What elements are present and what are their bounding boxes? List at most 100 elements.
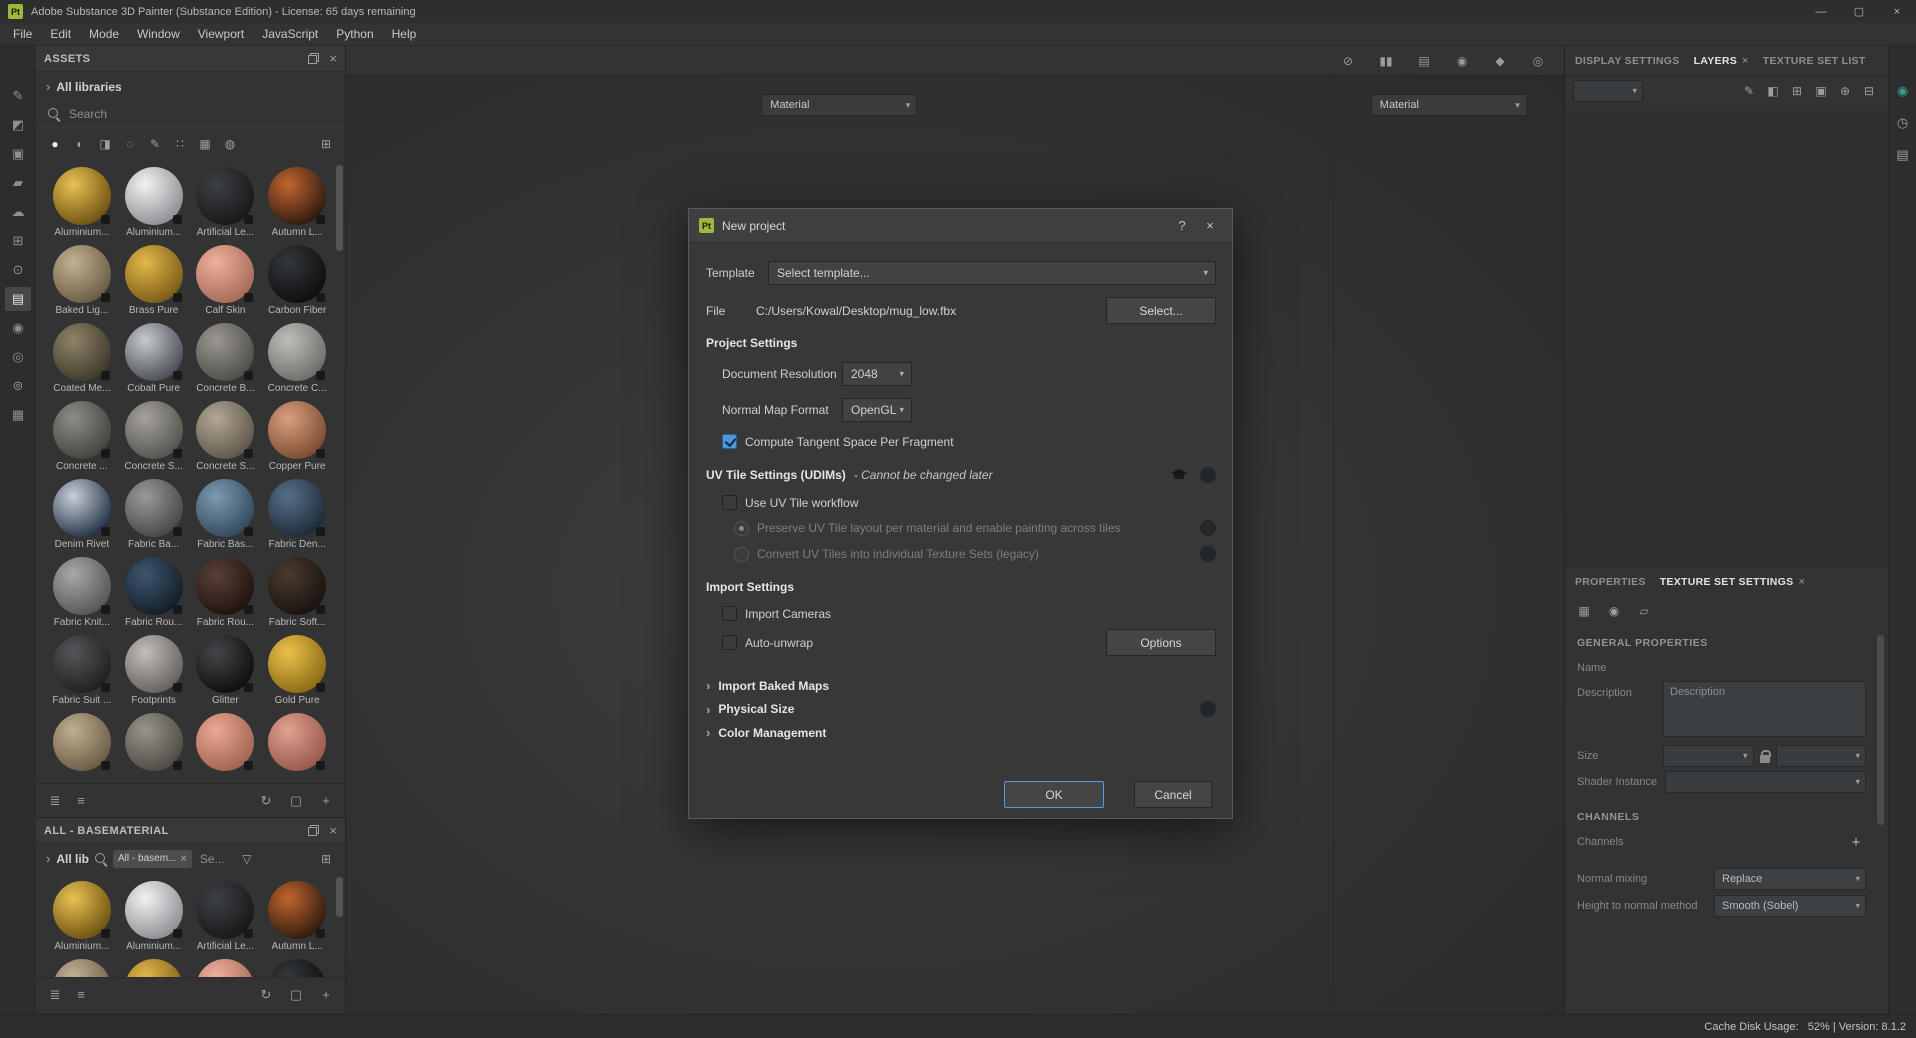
- size-width-dropdown[interactable]: [1663, 745, 1754, 767]
- cancel-button[interactable]: Cancel: [1134, 781, 1212, 808]
- texture-resource-icon[interactable]: ▦: [5, 403, 31, 427]
- material-tile[interactable]: Coated Me...: [47, 323, 117, 401]
- chevron-right-icon[interactable]: ›: [46, 851, 50, 866]
- viewport-3d-mode-dropdown[interactable]: Material: [761, 94, 918, 116]
- environment-sphere-icon[interactable]: ◉: [1450, 50, 1474, 72]
- refresh-icon[interactable]: ↻: [255, 984, 277, 1006]
- list-view-icon[interactable]: ≡: [70, 984, 92, 1006]
- filter-materials-icon[interactable]: ●: [44, 133, 66, 155]
- material-tile[interactable]: Aluminium...: [47, 881, 117, 959]
- eraser-tool-icon[interactable]: ◩: [5, 113, 31, 137]
- filter-textures-icon[interactable]: ▦: [194, 133, 216, 155]
- close-tab-icon[interactable]: ×: [1742, 55, 1749, 67]
- channels-view-icon[interactable]: ▦: [1573, 600, 1595, 622]
- material-tile[interactable]: [262, 713, 332, 783]
- tab-properties[interactable]: PROPERTIES: [1575, 576, 1646, 588]
- material-tile[interactable]: Fabric Ba...: [119, 479, 189, 557]
- material-tile[interactable]: Concrete C...: [262, 323, 332, 401]
- material-tile[interactable]: Fabric Rou...: [190, 557, 260, 635]
- add-fill-layer-icon[interactable]: ◧: [1762, 80, 1784, 102]
- polygon-fill-tool-icon[interactable]: ▰: [5, 171, 31, 195]
- document-resolution-dropdown[interactable]: 2048: [842, 362, 912, 386]
- close-tab-icon[interactable]: ×: [1798, 576, 1805, 588]
- menu-item[interactable]: Mode: [80, 23, 128, 46]
- lock-ratio-icon[interactable]: [1759, 749, 1771, 763]
- add-group-icon[interactable]: ▣: [1810, 80, 1832, 102]
- normal-map-format-dropdown[interactable]: OpenGL: [842, 398, 912, 422]
- learn-more-icon[interactable]: [1170, 469, 1188, 481]
- list-view-icon[interactable]: ≡: [70, 790, 92, 812]
- material-tile[interactable]: Copper Pure: [262, 401, 332, 479]
- basematerial-scrollbar[interactable]: [336, 877, 343, 917]
- material-tile[interactable]: Cobalt Pure: [119, 323, 189, 401]
- material-tile[interactable]: Footprints: [119, 635, 189, 713]
- display-settings-mode-icon[interactable]: ◎: [5, 345, 31, 369]
- paint-mode-icon[interactable]: ▤: [5, 287, 31, 311]
- filter-smart-masks-icon[interactable]: ◨: [94, 133, 116, 155]
- material-tile[interactable]: Denim Rivet: [47, 479, 117, 557]
- undock-panel-icon[interactable]: [308, 825, 320, 836]
- info-icon[interactable]: [1200, 467, 1216, 483]
- material-tile[interactable]: Fabric Den...: [262, 479, 332, 557]
- material-tile[interactable]: Brass Pure: [119, 245, 189, 323]
- normal-mixing-dropdown[interactable]: Replace: [1714, 867, 1866, 890]
- menu-item[interactable]: Window: [128, 23, 189, 46]
- close-panel-icon[interactable]: ×: [329, 52, 337, 65]
- material-tile[interactable]: Artificial Le...: [190, 167, 260, 245]
- material-tile[interactable]: Aluminium...: [119, 167, 189, 245]
- add-layer-icon[interactable]: ⊕: [1834, 80, 1856, 102]
- expand-view-icon[interactable]: ▢: [285, 790, 307, 812]
- material-tile[interactable]: Fabric Soft...: [262, 557, 332, 635]
- material-tile[interactable]: Calf Skin: [190, 245, 260, 323]
- menu-item[interactable]: File: [4, 23, 41, 46]
- basematerial-search-input[interactable]: [197, 850, 232, 867]
- menu-item[interactable]: JavaScript: [253, 23, 327, 46]
- material-tile[interactable]: Gold Pure: [262, 635, 332, 713]
- use-uv-workflow-checkbox[interactable]: [722, 495, 737, 510]
- render-mode-icon[interactable]: ◉: [5, 316, 31, 340]
- template-dropdown[interactable]: Select template...: [768, 261, 1216, 285]
- add-channel-button[interactable]: +: [1846, 832, 1866, 852]
- assets-search-input[interactable]: [67, 106, 333, 122]
- thumbnail-view-icon[interactable]: ≣: [44, 984, 66, 1006]
- pause-engine-icon[interactable]: ▮▮: [1374, 50, 1398, 72]
- preserve-uv-radio[interactable]: [734, 520, 749, 536]
- material-tile[interactable]: Autumn L...: [262, 167, 332, 245]
- video-camera-icon[interactable]: ◆: [1488, 50, 1512, 72]
- material-tile[interactable]: Carbon Fiber: [262, 959, 332, 977]
- filter-particles-icon[interactable]: ∷: [169, 133, 191, 155]
- material-tile[interactable]: Fabric Rou...: [119, 557, 189, 635]
- material-tile[interactable]: Artificial Le...: [190, 881, 260, 959]
- info-icon[interactable]: [1200, 701, 1216, 717]
- assets-library-row[interactable]: › All libraries: [36, 72, 345, 101]
- material-tile[interactable]: [119, 713, 189, 783]
- assets-scrollbar[interactable]: [336, 165, 343, 251]
- shader-instance-dropdown[interactable]: [1665, 771, 1866, 793]
- material-tile[interactable]: Baked Lig...: [47, 959, 117, 977]
- material-tile[interactable]: Autumn L...: [262, 881, 332, 959]
- refresh-icon[interactable]: ↻: [255, 790, 277, 812]
- dialog-titlebar[interactable]: Pt New project ? ×: [689, 209, 1232, 243]
- maximize-button[interactable]: ▢: [1840, 0, 1878, 23]
- minimize-button[interactable]: —: [1802, 0, 1840, 23]
- symmetry-disabled-icon[interactable]: ⊘: [1336, 50, 1360, 72]
- history-icon[interactable]: ◷: [1892, 112, 1914, 134]
- filter-tag-chip[interactable]: All - basem... ×: [113, 849, 192, 868]
- material-tile[interactable]: Concrete S...: [190, 401, 260, 479]
- material-tile[interactable]: Fabric Suit ...: [47, 635, 117, 713]
- tablet-display-icon[interactable]: ▤: [1412, 50, 1436, 72]
- material-ball-view-icon[interactable]: ◉: [1603, 600, 1625, 622]
- add-smart-material-icon[interactable]: ⊞: [1786, 80, 1808, 102]
- add-paint-layer-icon[interactable]: ✎: [1738, 80, 1760, 102]
- viewport-2d-pane[interactable]: Material: [1334, 76, 1564, 1014]
- uv-grid-view-icon[interactable]: ▱: [1633, 600, 1655, 622]
- material-tile[interactable]: Carbon Fiber: [262, 245, 332, 323]
- screenshot-camera-icon[interactable]: ◎: [1526, 50, 1550, 72]
- material-picker-icon[interactable]: ⊙: [5, 258, 31, 282]
- material-tile[interactable]: Aluminium...: [119, 881, 189, 959]
- material-tile[interactable]: Concrete ...: [47, 401, 117, 479]
- shader-settings-icon[interactable]: ⊚: [5, 374, 31, 398]
- viewport-2d-mode-dropdown[interactable]: Material: [1370, 94, 1527, 116]
- material-tile[interactable]: Concrete S...: [119, 401, 189, 479]
- material-tile[interactable]: Fabric Knit...: [47, 557, 117, 635]
